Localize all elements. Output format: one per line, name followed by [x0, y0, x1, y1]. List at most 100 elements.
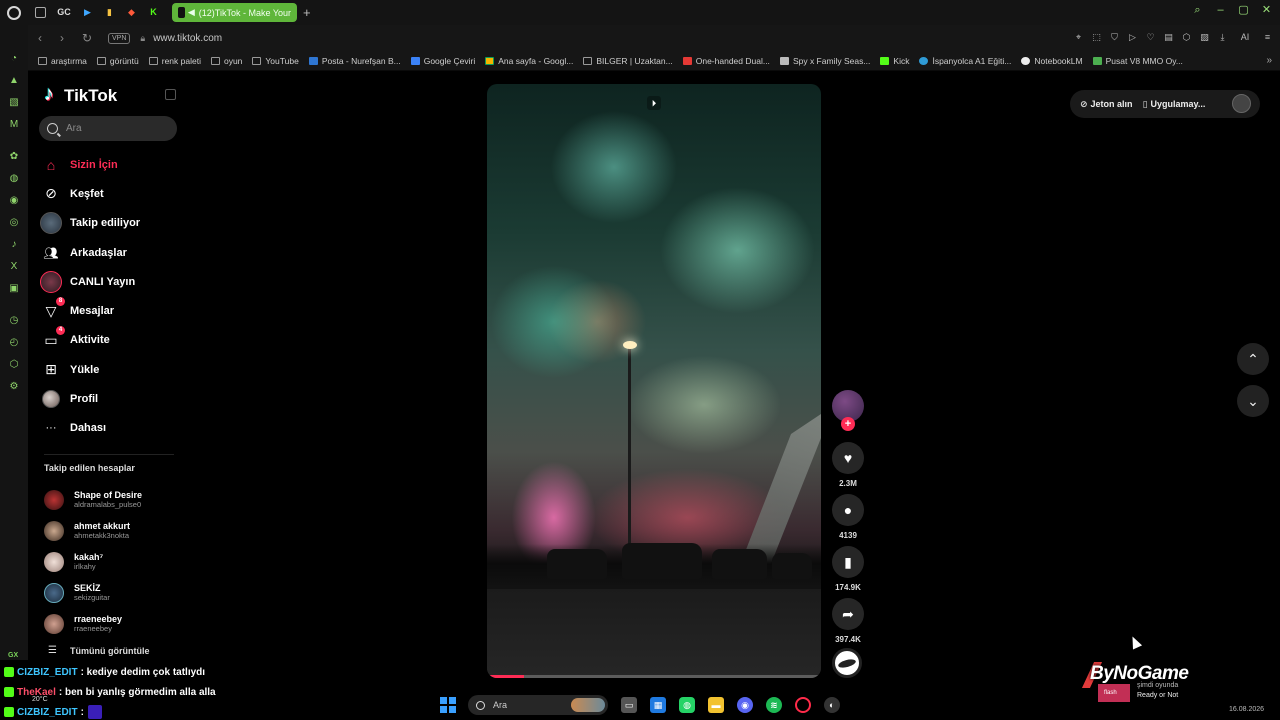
maximize-icon[interactable]: ▢ — [1238, 5, 1249, 16]
nav-more[interactable]: ··· Dahası — [40, 414, 180, 443]
x-icon[interactable]: X — [8, 261, 20, 273]
bookmark-item[interactable]: İspanyolca A1 Eğiti... — [919, 56, 1011, 66]
following-account[interactable]: rraeneebey rraeneebey — [44, 608, 184, 639]
minimize-icon[interactable]: – — [1215, 5, 1226, 16]
tab-red-icon[interactable]: ◆ — [126, 7, 137, 18]
bookmark-item[interactable]: BILGER | Uzaktan... — [583, 56, 673, 66]
play-icon[interactable]: ▷ — [1128, 32, 1137, 43]
taskbar-search[interactable]: Ara — [468, 695, 608, 715]
settings-icon[interactable]: ⚙ — [8, 381, 20, 393]
opera-logo-icon[interactable] — [7, 5, 21, 20]
player-icon[interactable]: ◷ — [8, 315, 20, 327]
follow-plus-icon[interactable]: + — [841, 417, 855, 431]
play-pause-icon[interactable]: ⏵ — [647, 96, 661, 110]
get-coins-button[interactable]: ⊘ Jeton alın — [1080, 99, 1133, 110]
snapshot-icon[interactable]: ⬚ — [1092, 32, 1101, 43]
bookmark-item[interactable]: Pusat V8 MMO Oy... — [1092, 56, 1183, 66]
search-input[interactable] — [66, 123, 166, 134]
store-icon[interactable]: ▦ — [650, 697, 666, 713]
whatsapp-icon[interactable]: ◍ — [679, 697, 695, 713]
following-account[interactable]: ahmet akkurt ahmetakk3nokta — [44, 515, 184, 546]
bookmark-item[interactable]: NotebookLM — [1021, 56, 1083, 66]
pin-icon[interactable]: ⌖ — [1074, 32, 1083, 43]
tab-chart-icon[interactable]: ▮ — [104, 7, 115, 18]
back-icon[interactable]: ‹ — [38, 31, 50, 45]
nav-following[interactable]: Takip ediliyor — [40, 209, 180, 238]
speaker-icon[interactable]: ◀ — [188, 8, 195, 17]
image-icon[interactable]: ▨ — [1200, 32, 1209, 43]
see-all-link[interactable]: ☰ Tümünü görüntüle — [48, 645, 149, 656]
next-video-button[interactable]: ⌄ — [1237, 385, 1269, 417]
video-player[interactable]: ⏵ — [487, 84, 821, 678]
chatgpt-icon[interactable]: ✿ — [8, 151, 20, 163]
whatsapp-icon[interactable]: ◍ — [8, 173, 20, 185]
ai-button[interactable]: AI — [1236, 32, 1254, 43]
history-icon[interactable]: ◴ — [8, 337, 20, 349]
vpn-badge[interactable]: VPN — [108, 32, 131, 44]
lock-icon[interactable]: 🔒︎ — [140, 33, 145, 44]
menu-icon[interactable]: ≡ — [1263, 32, 1272, 43]
steam-icon[interactable]: ◐ — [824, 697, 840, 713]
bookmark-item[interactable]: Kick — [880, 56, 909, 66]
nav-explore[interactable]: ⊘ Keşfet — [40, 179, 180, 208]
user-avatar[interactable] — [1232, 94, 1251, 113]
author-avatar[interactable]: + — [832, 390, 864, 431]
bookmark-item[interactable]: Google Çeviri — [410, 56, 475, 66]
bookmark-item[interactable]: oyun — [210, 56, 242, 66]
bookmarks-more-icon[interactable]: » — [1266, 55, 1272, 66]
search-icon[interactable]: ⌕ — [1192, 5, 1203, 16]
twitch-icon[interactable]: ▧ — [8, 97, 20, 109]
bookmark-item[interactable]: Posta - Nurefşan B... — [308, 56, 401, 66]
nav-friends[interactable]: 👥︎ Arkadaşlar — [40, 238, 180, 267]
nav-for-you[interactable]: ⌂ Sizin İçin — [40, 150, 180, 179]
save-button[interactable]: ▮ — [832, 546, 864, 578]
following-account[interactable]: Shape of Desire aldramalabs_pulse0 — [44, 484, 184, 515]
following-account[interactable]: kakah⁷ irlkahy — [44, 546, 184, 577]
reload-icon[interactable]: ↻ — [82, 31, 94, 45]
search-box[interactable] — [39, 116, 177, 141]
get-app-button[interactable]: ▯ Uygulamay... — [1143, 99, 1206, 110]
page-icon[interactable]: ▤ — [1164, 32, 1173, 43]
discord-icon[interactable]: ◉ — [8, 195, 20, 207]
tab-kick-icon[interactable]: K — [148, 7, 159, 18]
previous-video-button[interactable]: ⌃ — [1237, 343, 1269, 375]
bookmark-item[interactable]: renk paleti — [148, 56, 201, 66]
tab-pinned-icon[interactable] — [35, 7, 46, 18]
nav-live[interactable]: CANLI Yayın — [40, 267, 180, 296]
extensions-icon[interactable]: ⬡ — [1182, 32, 1191, 43]
bookmark-item[interactable]: One-handed Dual... — [682, 56, 770, 66]
collapse-sidebar-icon[interactable] — [165, 89, 176, 100]
nav-profile[interactable]: Profil — [40, 384, 180, 413]
bookmark-item[interactable]: görüntü — [96, 56, 139, 66]
opera-gx-icon[interactable] — [795, 697, 811, 713]
nav-messages[interactable]: ▽ 8 Mesajlar — [40, 296, 180, 325]
tab-play-icon[interactable]: ▶ — [82, 7, 93, 18]
video-progress-bar[interactable] — [487, 675, 821, 678]
messenger-icon[interactable]: M — [8, 119, 20, 131]
shield-icon[interactable]: ⛉ — [1110, 32, 1119, 43]
extensions-icon[interactable]: ⬡ — [8, 359, 20, 371]
spotify-icon[interactable]: ≋ — [766, 697, 782, 713]
heart-icon[interactable]: ♡ — [1146, 32, 1155, 43]
bookmark-item[interactable]: Spy x Family Seas... — [779, 56, 870, 66]
task-view-icon[interactable]: ▭ — [621, 697, 637, 713]
file-explorer-icon[interactable]: ▬ — [708, 697, 724, 713]
download-icon[interactable]: ⤓ — [1218, 32, 1227, 43]
gx-corner-icon[interactable]: ▲ — [8, 75, 20, 87]
nav-upload[interactable]: ⊞ Yükle — [40, 355, 180, 384]
instagram-icon[interactable]: ◎ — [8, 217, 20, 229]
like-button[interactable]: ♥ — [832, 442, 864, 474]
close-icon[interactable]: ✕ — [1261, 5, 1272, 16]
tiktok-icon[interactable]: ♪ — [8, 239, 20, 251]
windows-start-icon[interactable] — [440, 697, 456, 713]
share-button[interactable]: ➦ — [832, 598, 864, 630]
gx-control-icon[interactable]: ◔ — [8, 53, 20, 65]
forward-icon[interactable]: › — [60, 31, 72, 45]
bookmark-item[interactable]: araştırma — [38, 56, 87, 66]
music-disc-icon[interactable] — [832, 648, 862, 678]
tab-tiktok[interactable]: ◀ (12)TikTok - Make Your — [172, 3, 297, 22]
discord-icon[interactable]: ◉ — [737, 697, 753, 713]
following-account[interactable]: SEKİZ sekizguitar — [44, 577, 184, 608]
bookmark-item[interactable]: Ana sayfa - Googl... — [485, 56, 573, 66]
bookmark-item[interactable]: YouTube — [252, 56, 299, 66]
